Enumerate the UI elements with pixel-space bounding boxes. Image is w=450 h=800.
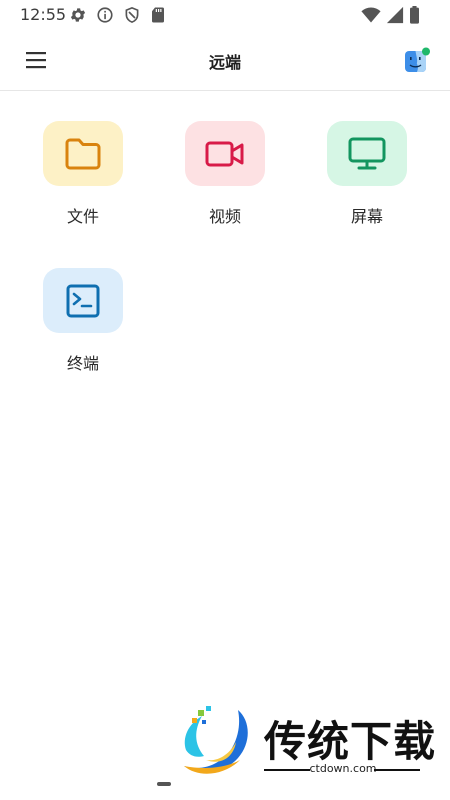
tile-video-label: 视频: [208, 207, 241, 226]
tile-terminal-label: 终端: [66, 354, 99, 373]
terminal-icon: [66, 284, 100, 317]
tile-files-box: [43, 121, 123, 186]
tile-screen[interactable]: 屏幕: [317, 121, 417, 227]
watermark-logo-icon: [184, 706, 248, 774]
folder-icon: [65, 138, 101, 169]
status-time: 12:55: [20, 5, 67, 24]
video-camera-icon: [205, 141, 244, 166]
gear-icon: [70, 8, 86, 22]
tile-screen-label: 屏幕: [350, 207, 383, 226]
sd-card-icon: [152, 7, 164, 23]
status-bar: 12:55: [0, 0, 450, 30]
monitor-icon: [348, 137, 386, 169]
finder-face-icon[interactable]: [404, 47, 430, 73]
navigation-handle[interactable]: [157, 782, 171, 786]
tile-video[interactable]: 视频: [175, 121, 275, 227]
battery-icon: [410, 6, 419, 24]
signal-icon: [386, 6, 404, 24]
page-title: 远端: [208, 53, 241, 72]
tile-files[interactable]: 文件: [33, 121, 133, 227]
status-icons-right: [361, 6, 420, 24]
tile-terminal[interactable]: 终端: [33, 268, 133, 374]
tile-video-box: [185, 121, 265, 186]
watermark: 传统下载 ctdown.com: [178, 702, 435, 780]
tile-terminal-box: [43, 268, 123, 333]
watermark-title: 传统下载: [264, 717, 437, 766]
watermark-line-right: [374, 769, 420, 771]
app-bar: 远端: [0, 30, 450, 91]
info-icon: [97, 7, 113, 23]
tile-screen-box: [327, 121, 407, 186]
tile-files-label: 文件: [66, 207, 99, 226]
online-status-dot: [422, 47, 430, 56]
shield-icon: [125, 6, 139, 23]
status-icons-left: [69, 6, 166, 24]
wifi-icon: [361, 7, 381, 23]
